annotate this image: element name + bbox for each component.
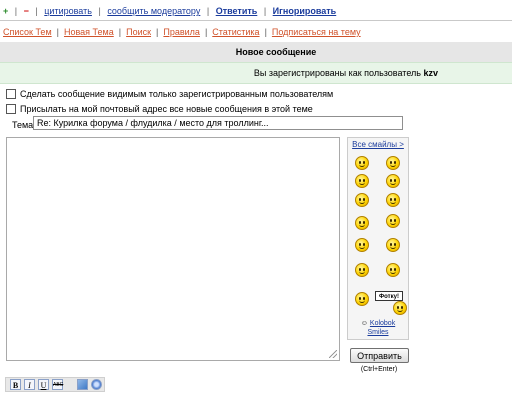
resize-grip-icon[interactable]: [329, 350, 337, 358]
bold-button[interactable]: B: [10, 379, 21, 390]
smile-icon[interactable]: [355, 156, 369, 170]
email-notify-checkbox[interactable]: [6, 103, 16, 114]
pirate-icon[interactable]: [386, 263, 400, 277]
surprised-icon[interactable]: [355, 193, 369, 207]
blush-icon[interactable]: [386, 214, 400, 228]
username: kzv: [423, 68, 438, 78]
italic-button[interactable]: I: [24, 379, 35, 390]
login-status-bar: Вы зарегистрированы как пользователь kzv: [0, 62, 512, 84]
reply-link[interactable]: Ответить: [216, 6, 258, 16]
submit-button[interactable]: Отправить: [350, 348, 409, 363]
report-moderator-link[interactable]: сообщить модератору: [107, 6, 200, 16]
thinking-icon[interactable]: [355, 292, 369, 306]
option-registered-only: Сделать сообщение видимым только зарегис…: [6, 88, 334, 101]
strikethrough-button[interactable]: ABC: [52, 379, 63, 390]
photo-smiley-icon[interactable]: [393, 301, 407, 315]
topic-nav: Список Тем | Новая Тема | Поиск | Правила | Стат…: [3, 27, 361, 37]
laugh-icon[interactable]: [386, 156, 400, 170]
divider: [0, 20, 512, 21]
new-message-header: Новое сообщение: [0, 42, 512, 62]
insert-image-icon[interactable]: [77, 379, 88, 390]
login-status-text: Вы зарегистрированы как пользователь: [253, 68, 421, 78]
email-notify-label: Присылать на мой почтовый адрес все новы…: [20, 104, 313, 114]
sign-holder-icon[interactable]: [355, 263, 369, 277]
all-smiles-link[interactable]: Все смайлы >: [352, 140, 404, 149]
nav-topic-list[interactable]: Список Тем: [3, 27, 52, 37]
smiles-link[interactable]: Smiles: [367, 329, 388, 336]
message-textarea[interactable]: [6, 137, 340, 361]
rate-plus-button[interactable]: +: [3, 6, 8, 16]
nav-new-topic[interactable]: Новая Тема: [64, 27, 114, 37]
nav-subscribe[interactable]: Подписаться на тему: [272, 27, 361, 37]
page-title: Новое сообщение: [235, 47, 317, 57]
nav-search[interactable]: Поиск: [126, 27, 151, 37]
insert-link-icon[interactable]: [91, 379, 102, 390]
photo-sign-icon[interactable]: Фотку!: [375, 291, 403, 301]
registered-only-checkbox[interactable]: [6, 88, 16, 99]
clap-icon[interactable]: [386, 238, 400, 252]
cool-icon[interactable]: [355, 238, 369, 252]
registered-only-label: Сделать сообщение видимым только зарегис…: [20, 89, 334, 99]
underline-button[interactable]: U: [38, 379, 49, 390]
ignore-link[interactable]: Игнорировать: [273, 6, 337, 16]
kolobok-link[interactable]: Kolobok: [370, 320, 395, 327]
option-email-notify: Присылать на мой почтовый адрес все новы…: [6, 103, 313, 116]
nav-rules[interactable]: Правила: [163, 27, 200, 37]
kolobok-icon: ☺: [360, 320, 368, 327]
sad-icon[interactable]: [386, 174, 400, 188]
frown-icon[interactable]: [355, 216, 369, 230]
grin-icon[interactable]: [355, 174, 369, 188]
subject-input[interactable]: Re: Курилка форума / флудилка / место дл…: [33, 116, 403, 130]
wave-icon[interactable]: [386, 193, 400, 207]
nav-statistics[interactable]: Статистика: [212, 27, 259, 37]
quote-link[interactable]: цитировать: [44, 6, 92, 16]
rate-minus-button[interactable]: −: [24, 6, 29, 16]
format-toolbar: B I U ABC: [5, 377, 105, 392]
submit-shortcut-hint: (Ctrl+Enter): [360, 366, 398, 373]
post-actions: + | − | цитировать | сообщить модератору…: [3, 6, 337, 16]
smiles-credit: ☺ Kolobok Smiles: [349, 319, 407, 337]
